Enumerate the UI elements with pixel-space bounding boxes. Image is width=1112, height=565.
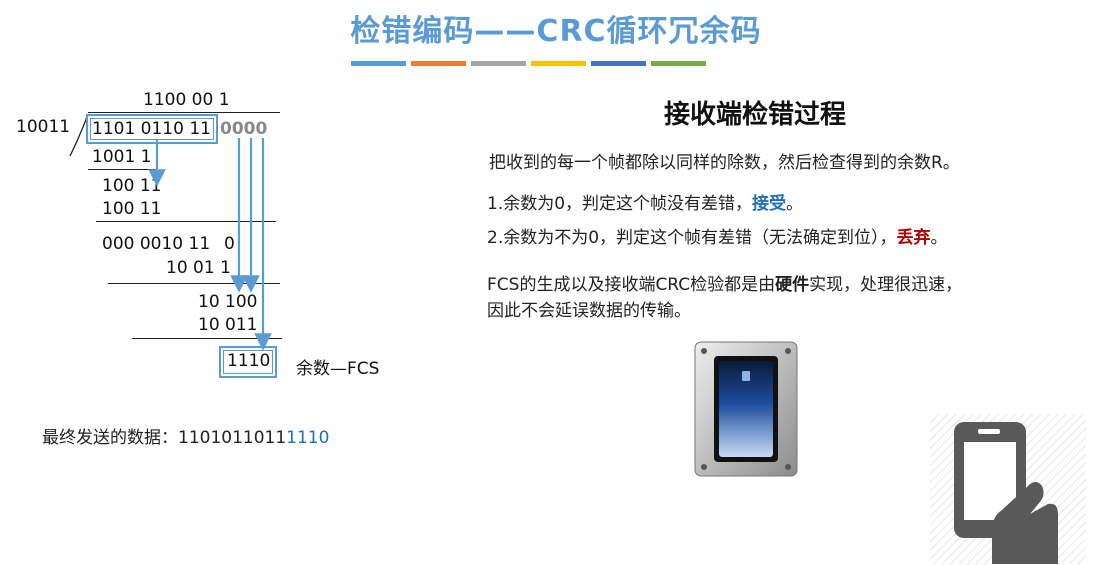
division-arrows xyxy=(148,138,272,351)
rule-text: 2.余数为不为0，判定这个帧有差错（无法确定到位）， xyxy=(487,228,897,248)
accept-keyword: 接受 xyxy=(752,194,787,214)
final-data-bits: 1101011011 xyxy=(178,428,287,448)
color-bar xyxy=(351,61,406,66)
remainder-label: 余数—FCS xyxy=(296,359,380,379)
rule-end: 。 xyxy=(930,228,948,248)
color-bar xyxy=(591,61,646,66)
hardware-keyword: 硬件 xyxy=(775,275,810,295)
rocker-switch-icon xyxy=(694,341,798,477)
hand-phone-icon xyxy=(930,414,1086,564)
final-data-line: 最终发送的数据：11010110111110 xyxy=(42,423,329,448)
color-bar xyxy=(411,61,466,66)
color-bar xyxy=(471,61,526,66)
rule-text: 1.余数为0，判定这个帧没有差错， xyxy=(487,194,753,214)
section-heading: 接收端检错过程 xyxy=(664,100,847,130)
color-bar xyxy=(531,61,586,66)
note-text: 实现，处理很迅速， xyxy=(809,275,963,295)
hardware-note-line2: 因此不会延误数据的传输。 xyxy=(487,301,691,321)
note-text: FCS的生成以及接收端CRC检验都是由 xyxy=(487,275,776,295)
intro-paragraph: 把收到的每一个帧都除以同样的除数，然后检查得到的余数R。 xyxy=(489,153,960,173)
final-data-label: 最终发送的数据： xyxy=(42,428,178,448)
final-fcs-bits: 1110 xyxy=(286,428,330,448)
reject-keyword: 丢弃 xyxy=(896,228,931,248)
rule-end: 。 xyxy=(786,194,804,214)
hardware-note-line1: FCS的生成以及接收端CRC检验都是由硬件实现，处理很迅速， xyxy=(487,270,962,295)
rule-item-accept: 1.余数为0，判定这个帧没有差错，接受。 xyxy=(487,189,803,214)
color-bar xyxy=(651,61,706,66)
rule-item-reject: 2.余数为不为0，判定这个帧有差错（无法确定到位），丢弃。 xyxy=(487,223,948,248)
